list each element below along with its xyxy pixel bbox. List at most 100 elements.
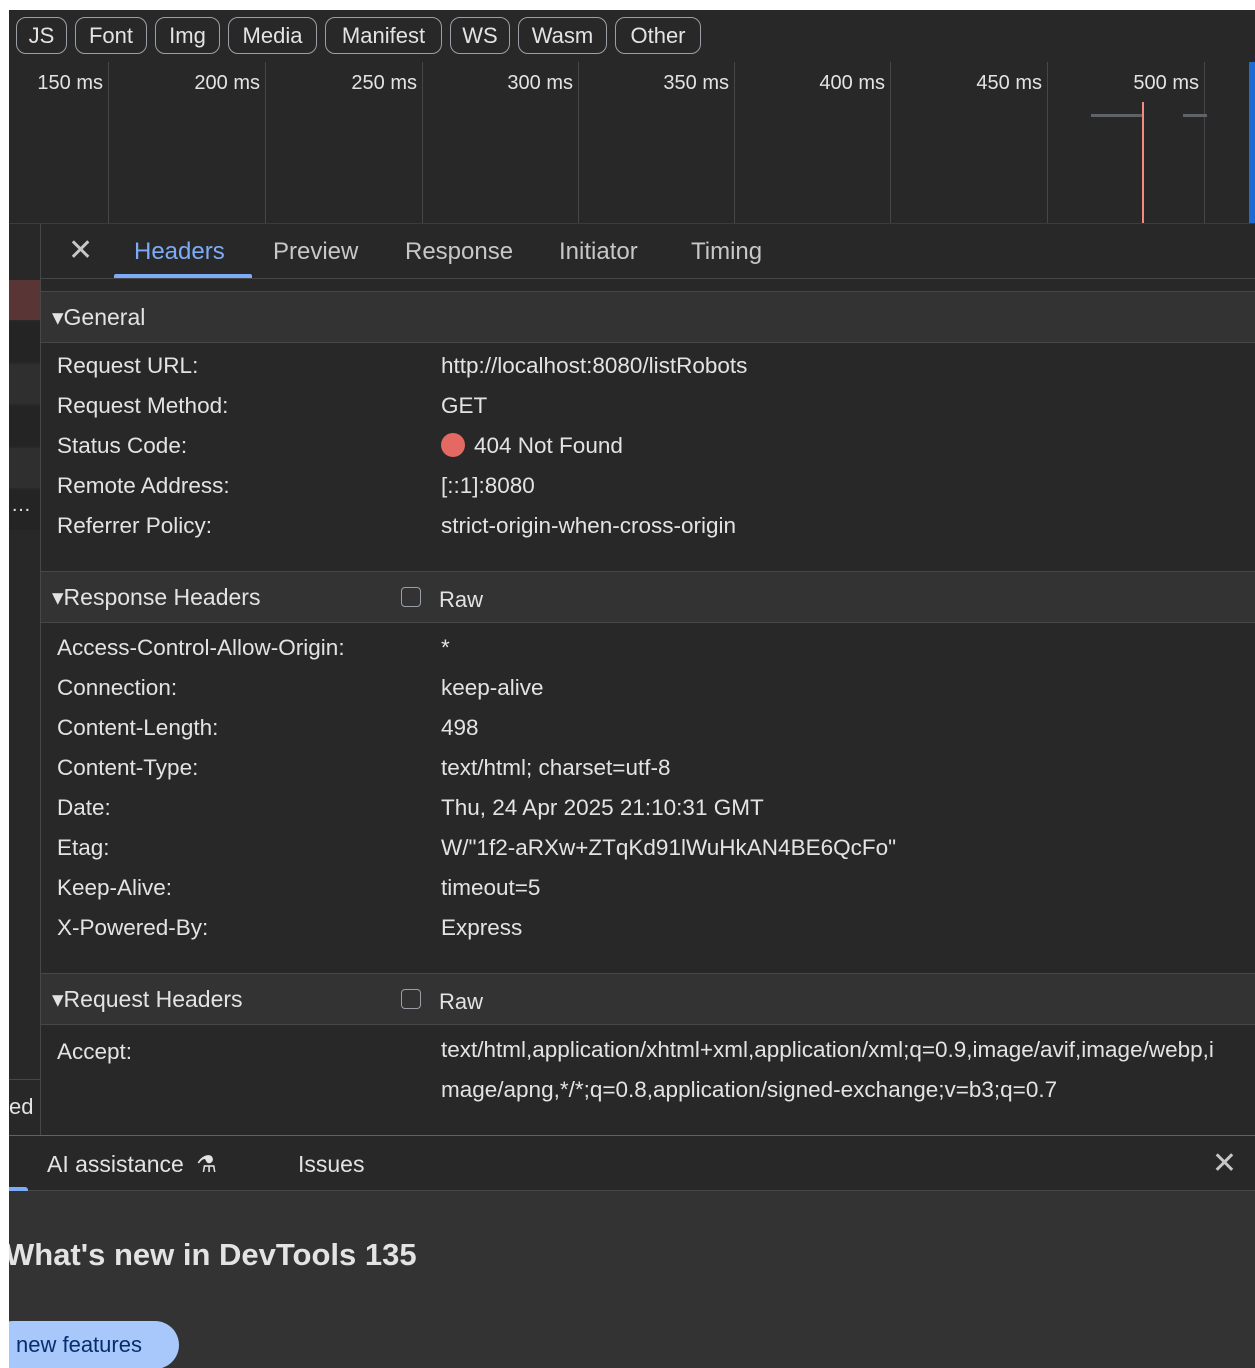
status-text: 404 Not Found (474, 433, 623, 458)
timeline-request-bar (1183, 114, 1207, 117)
resource-type-filter-bar: JS Font Img Media Manifest WS Wasm Other (9, 10, 1255, 62)
header-value[interactable]: * (441, 628, 1241, 668)
whats-new-heading: What's new in DevTools 135 (9, 1237, 417, 1272)
close-icon[interactable]: ✕ (68, 236, 93, 266)
raw-checkbox[interactable] (401, 587, 421, 607)
timeline-grid-line (108, 62, 109, 223)
response-headers-title: ▾Response Headers (52, 584, 261, 610)
request-headers-section-header[interactable]: ▾Request Headers Raw (41, 973, 1255, 1025)
request-row[interactable] (9, 364, 40, 404)
triangle-down-icon: ▾ (52, 584, 64, 610)
raw-label[interactable]: Raw (439, 587, 483, 613)
header-value[interactable]: [::1]:8080 (441, 466, 1241, 506)
filter-chip-js[interactable]: JS (16, 17, 67, 54)
active-tab-indicator (114, 274, 252, 278)
header-value[interactable]: Thu, 24 Apr 2025 21:10:31 GMT (441, 788, 1241, 828)
header-value[interactable]: strict-origin-when-cross-origin (441, 506, 1241, 546)
flask-icon: ⚗ (196, 1151, 217, 1177)
filter-chip-ws[interactable]: WS (450, 17, 510, 54)
response-headers-section-header[interactable]: ▾Response Headers Raw (41, 571, 1255, 623)
header-key: Keep-Alive: (57, 875, 173, 900)
timeline-overview-handle[interactable] (1249, 62, 1255, 223)
tab-preview[interactable]: Preview (273, 238, 358, 266)
header-value[interactable]: 498 (441, 708, 1241, 748)
header-key: Content-Type: (57, 755, 199, 780)
triangle-down-icon: ▾ (52, 304, 64, 330)
new-features-button[interactable]: new features (9, 1321, 179, 1368)
status-error-icon (441, 433, 465, 457)
request-row[interactable] (9, 406, 40, 446)
timeline-grid-line (578, 62, 579, 223)
filter-chip-wasm[interactable]: Wasm (518, 17, 607, 54)
tab-initiator[interactable]: Initiator (559, 238, 638, 266)
header-value[interactable]: timeout=5 (441, 868, 1241, 908)
header-key: Content-Length: (57, 715, 219, 740)
request-details-panel: ✕ Headers Preview Response Initiator Tim… (41, 224, 1255, 1135)
status-summary-cell: ed (9, 1079, 40, 1136)
timeline-tick-label: 500 ms (1133, 72, 1199, 94)
timeline-grid-line (1204, 62, 1205, 223)
timeline-tick-label: 450 ms (976, 72, 1042, 94)
new-features-label: new features (16, 1332, 142, 1357)
header-value[interactable]: text/html; charset=utf-8 (441, 748, 1241, 788)
load-event-marker (1142, 102, 1144, 223)
request-row-selected[interactable] (9, 280, 40, 320)
bottom-drawer: AI assistance ⚗ Issues ✕ What's new in D… (9, 1135, 1255, 1368)
header-key: Request Method: (57, 393, 229, 418)
header-key: Referrer Policy: (57, 513, 213, 538)
header-key: Accept: (57, 1039, 133, 1064)
header-key: Etag: (57, 835, 110, 860)
whats-new-panel: What's new in DevTools 135 new features (9, 1191, 1255, 1368)
ai-assistance-label: AI assistance (47, 1151, 184, 1177)
network-overview-timeline[interactable]: 150 ms 200 ms 250 ms 300 ms 350 ms 400 m… (9, 62, 1255, 224)
header-value[interactable]: keep-alive (441, 668, 1241, 708)
tab-timing[interactable]: Timing (691, 238, 762, 266)
header-key: Access-Control-Allow-Origin: (57, 635, 345, 660)
filter-chip-font[interactable]: Font (75, 17, 147, 54)
request-list-clipped: … ed (9, 224, 41, 1135)
header-key: Status Code: (57, 433, 188, 458)
timeline-request-bar (1091, 114, 1143, 117)
timeline-tick-label: 400 ms (819, 72, 885, 94)
filter-chip-manifest[interactable]: Manifest (325, 17, 442, 54)
status-value[interactable]: 404 Not Found (441, 426, 1241, 466)
tab-issues[interactable]: Issues (298, 1151, 364, 1178)
tab-ai-assistance[interactable]: AI assistance ⚗ (47, 1151, 217, 1178)
header-key: Remote Address: (57, 473, 230, 498)
timeline-grid-line (265, 62, 266, 223)
header-key: Connection: (57, 675, 178, 700)
header-key: Date: (57, 795, 111, 820)
timeline-grid-line (734, 62, 735, 223)
general-section-title: ▾General (52, 304, 146, 330)
request-row[interactable]: … (9, 490, 40, 530)
request-headers-title: ▾Request Headers (52, 986, 243, 1012)
header-value[interactable]: http://localhost:8080/listRobots (441, 346, 1241, 386)
close-icon[interactable]: ✕ (1212, 1146, 1237, 1181)
timeline-grid-line (890, 62, 891, 223)
raw-label[interactable]: Raw (439, 989, 483, 1015)
timeline-tick-label: 350 ms (663, 72, 729, 94)
drawer-tab-bar: AI assistance ⚗ Issues ✕ (9, 1136, 1255, 1191)
timeline-grid-line (1047, 62, 1048, 223)
filter-chip-other[interactable]: Other (615, 17, 701, 54)
request-row[interactable] (9, 322, 40, 362)
header-key: X-Powered-By: (57, 915, 209, 940)
header-value[interactable]: W/"1f2-aRXw+ZTqKd91lWuHkAN4BE6QcFo" (441, 828, 1241, 868)
header-value[interactable]: Express (441, 908, 1241, 948)
request-row[interactable] (9, 448, 40, 488)
raw-checkbox[interactable] (401, 989, 421, 1009)
timeline-tick-label: 300 ms (507, 72, 573, 94)
truncated-summary-text: ed (9, 1094, 34, 1119)
header-key: Request URL: (57, 353, 199, 378)
tab-headers[interactable]: Headers (134, 238, 225, 266)
timeline-tick-label: 200 ms (194, 72, 260, 94)
timeline-tick-label: 150 ms (37, 72, 103, 94)
devtools-window: JS Font Img Media Manifest WS Wasm Other… (9, 10, 1255, 1368)
general-section-header[interactable]: ▾General (41, 291, 1255, 343)
tab-response[interactable]: Response (405, 238, 513, 266)
header-value[interactable]: GET (441, 386, 1241, 426)
header-value[interactable]: text/html,application/xhtml+xml,applicat… (441, 1030, 1225, 1110)
filter-chip-img[interactable]: Img (155, 17, 220, 54)
filter-chip-media[interactable]: Media (228, 17, 317, 54)
triangle-down-icon: ▾ (52, 986, 64, 1012)
